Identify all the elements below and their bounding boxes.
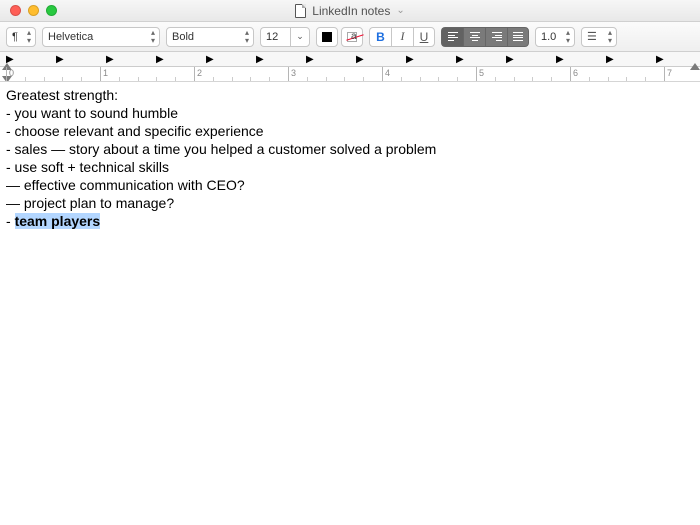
text-line[interactable]: Greatest strength: (6, 86, 694, 104)
font-weight-dropdown[interactable]: Bold ▴▾ (166, 27, 254, 47)
ruler-number: 4 (385, 68, 390, 78)
chevron-updown-icon: ▴▾ (566, 29, 569, 45)
font-family-dropdown[interactable]: Helvetica ▴▾ (42, 27, 160, 47)
ruler-number: 2 (197, 68, 202, 78)
align-right-icon (492, 32, 502, 41)
zoom-window-button[interactable] (46, 5, 57, 16)
chevron-updown-icon: ▴▾ (27, 29, 30, 45)
align-left-button[interactable] (441, 27, 463, 47)
tab-stop[interactable]: ▶ (56, 54, 64, 65)
bold-glyph: B (376, 30, 385, 44)
italic-button[interactable]: I (391, 27, 413, 47)
font-weight-value: Bold (172, 31, 194, 43)
tab-stop[interactable]: ▶ (406, 54, 414, 65)
close-window-button[interactable] (10, 5, 21, 16)
line-spacing-dropdown[interactable]: 1.0 ▴▾ (535, 27, 575, 47)
bold-button[interactable]: B (369, 27, 391, 47)
italic-glyph: I (401, 29, 405, 44)
font-size-input[interactable]: 12 (260, 27, 290, 47)
align-right-button[interactable] (485, 27, 507, 47)
ruler-number: 5 (479, 68, 484, 78)
tab-stop[interactable]: ▶ (606, 54, 614, 65)
chevron-updown-icon: ▴▾ (245, 29, 248, 45)
paragraph-style-dropdown[interactable]: ¶ ▴▾ (6, 27, 36, 47)
ruler-tabstops[interactable]: ▶▶▶▶▶▶▶▶▶▶▶▶▶▶ (0, 52, 700, 66)
ruler[interactable]: ▶▶▶▶▶▶▶▶▶▶▶▶▶▶ 01234567 (0, 52, 700, 82)
chevron-updown-icon: ▴▾ (151, 29, 154, 45)
line-spacing-value: 1.0 (541, 31, 556, 43)
traffic-lights (0, 5, 57, 16)
list-icon: ☰ (587, 30, 597, 43)
text-line[interactable]: - use soft + technical skills (6, 158, 694, 176)
font-family-value: Helvetica (48, 31, 93, 43)
text-line[interactable]: - you want to sound humble (6, 104, 694, 122)
text-line[interactable]: — project plan to manage? (6, 194, 694, 212)
highlight-color-button[interactable] (341, 27, 363, 47)
list-style-dropdown[interactable]: ☰ ▴▾ (581, 27, 617, 47)
text-line[interactable]: - choose relevant and specific experienc… (6, 122, 694, 140)
chevron-down-icon: ⌄ (296, 31, 304, 42)
swatch-strike-icon (347, 32, 357, 42)
alignment-group (441, 27, 529, 47)
ruler-number: 0 (9, 68, 14, 78)
font-size-group: 12 ⌄ (260, 27, 310, 47)
font-size-value: 12 (266, 31, 278, 43)
title-chevron-icon: ⌄ (396, 5, 404, 16)
tab-stop[interactable]: ▶ (106, 54, 114, 65)
document-icon (295, 4, 306, 18)
text-line[interactable]: - team players (6, 212, 694, 230)
tab-stop[interactable]: ▶ (456, 54, 464, 65)
document-body[interactable]: Greatest strength:- you want to sound hu… (0, 82, 700, 234)
ruler-number: 1 (103, 68, 108, 78)
window-title-group: LinkedIn notes ⌄ (0, 4, 700, 18)
text-color-button[interactable] (316, 27, 338, 47)
align-center-icon (470, 32, 480, 41)
align-justify-button[interactable] (507, 27, 529, 47)
tab-stop[interactable]: ▶ (356, 54, 364, 65)
ruler-number: 3 (291, 68, 296, 78)
right-wrap-marker[interactable] (690, 63, 700, 70)
align-left-icon (448, 32, 458, 41)
chevron-updown-icon: ▴▾ (608, 29, 611, 45)
ruler-number: 7 (667, 68, 672, 78)
titlebar: LinkedIn notes ⌄ (0, 0, 700, 22)
underline-glyph: U (420, 30, 429, 44)
tab-stop[interactable]: ▶ (206, 54, 214, 65)
font-size-stepper[interactable]: ⌄ (290, 27, 310, 47)
paragraph-style-label: ¶ (12, 31, 18, 43)
tab-stop[interactable]: ▶ (556, 54, 564, 65)
text-line[interactable]: — effective communication with CEO? (6, 176, 694, 194)
swatch-black-icon (322, 32, 332, 42)
align-justify-icon (513, 32, 523, 41)
tab-stop[interactable]: ▶ (256, 54, 264, 65)
tab-stop[interactable]: ▶ (656, 54, 664, 65)
ruler-scale[interactable]: 0 1 2 3 4 5 6 7 (0, 66, 700, 82)
align-center-button[interactable] (463, 27, 485, 47)
window-title: LinkedIn notes (312, 4, 390, 18)
underline-button[interactable]: U (413, 27, 435, 47)
text-line[interactable]: - sales — story about a time you helped … (6, 140, 694, 158)
text-style-group: B I U (369, 27, 435, 47)
toolbar: ¶ ▴▾ Helvetica ▴▾ Bold ▴▾ 12 ⌄ B I U 1.0… (0, 22, 700, 52)
tab-stop[interactable]: ▶ (306, 54, 314, 65)
tab-stop[interactable]: ▶ (506, 54, 514, 65)
tab-stop[interactable]: ▶ (156, 54, 164, 65)
minimize-window-button[interactable] (28, 5, 39, 16)
ruler-number: 6 (573, 68, 578, 78)
color-group (316, 27, 363, 47)
